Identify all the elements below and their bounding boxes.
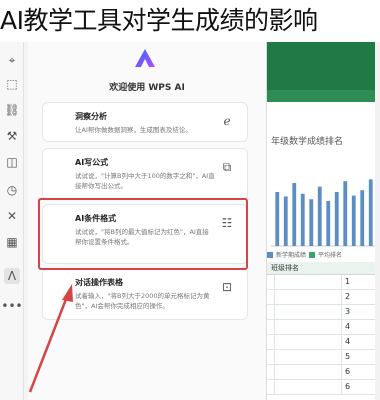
table-row[interactable]: 6 — [267, 380, 380, 395]
chart-title: 年级数学成绩排名 — [271, 137, 344, 147]
chart-bar — [300, 193, 305, 246]
tools-icon[interactable]: ✕ — [4, 208, 20, 224]
card-title: 洞察分析 — [75, 112, 107, 121]
row-value: 2 — [345, 292, 351, 301]
row-value: 4 — [345, 322, 351, 331]
chart-bar — [275, 192, 280, 246]
chart-bar — [334, 192, 339, 246]
legend-label-2: 平均排名 — [318, 252, 343, 259]
chart-bar — [326, 201, 331, 246]
link-icon[interactable]: ⛓ — [4, 102, 20, 118]
card-chat-table[interactable]: 对话操作表格 试着输入，"将B列大于2000的单元格标记为黄色"，AI会帮你完成… — [42, 268, 248, 320]
chart-bar — [309, 199, 314, 246]
row-value: 5 — [345, 352, 351, 361]
chart-bar — [360, 190, 365, 246]
magic-icon[interactable]: ⚒ — [4, 128, 20, 144]
sheet-banner-row — [267, 90, 380, 102]
cursor-icon[interactable]: ⌖ — [4, 52, 20, 68]
welcome-text: 欢迎使用 WPS AI — [109, 83, 185, 93]
table-row[interactable]: 4 — [267, 335, 380, 350]
legend-label-1: 新学期成绩 — [276, 252, 307, 259]
left-toolbar: ⌖ ⬚ ⛓ ⚒ ◫ ◷ ✕ ▦ Ʌ ••• — [0, 42, 24, 400]
spreadsheet: 年级数学成绩排名 新学期成绩 平均排名 班级排名 1 2 3 4 4 5 6 6 — [266, 42, 380, 400]
row-value: 4 — [345, 337, 351, 346]
card-ai-formula[interactable]: AI写公式 试试说，"计算B列中大于100的数字之和"，AI直接帮你写出公式。 … — [42, 148, 248, 200]
card-description: 试试说，"计算B列中大于100的数字之和"，AI直接帮你写出公式。 — [75, 172, 215, 190]
rank-table: 班级排名 1 2 3 4 4 5 6 6 — [267, 262, 380, 395]
formula-icon: ⧉ — [222, 159, 232, 174]
chart-bar — [351, 195, 356, 246]
row-value: 6 — [345, 382, 351, 391]
row-value: 3 — [345, 307, 351, 316]
table-header: 班级排名 — [267, 262, 380, 275]
chart-bar — [317, 186, 322, 246]
card-insight-analysis[interactable]: 洞察分析 让AI帮你做数据洞察，生成图表及结论。 ℯ — [42, 102, 248, 142]
sheet-scrollbar[interactable] — [375, 42, 380, 400]
calendar-icon[interactable]: ▦ — [4, 234, 20, 250]
page-headline: AI教学工具对学生成绩的影响 — [0, 6, 318, 35]
chart-bar — [292, 183, 297, 246]
legend-swatch-green — [309, 251, 316, 258]
chat-table-icon: ⊡ — [221, 280, 233, 294]
table-row[interactable]: 5 — [267, 350, 380, 365]
crop-icon[interactable]: ⬚ — [4, 76, 20, 92]
layout-icon[interactable]: ◫ — [4, 154, 20, 170]
card-title: AI写公式 — [75, 158, 109, 167]
app-screen: ⌖ ⬚ ⛓ ⚒ ◫ ◷ ✕ ▦ Ʌ ••• 欢迎使用 WPS AI 洞察分析 让… — [0, 42, 380, 400]
bar-chart — [271, 179, 377, 247]
row-value: 1 — [345, 277, 351, 286]
wps-ai-logo-icon — [135, 49, 155, 67]
highlight-box — [38, 198, 248, 270]
table-row[interactable]: 3 — [267, 305, 380, 320]
table-row[interactable]: 4 — [267, 320, 380, 335]
clock-icon[interactable]: ◷ — [4, 182, 20, 198]
chart-legend: 新学期成绩 平均排名 — [267, 250, 342, 259]
chart-bar — [343, 181, 348, 246]
insight-icon: ℯ — [223, 114, 231, 128]
wps-ai-icon[interactable]: Ʌ — [4, 268, 20, 284]
card-description: 让AI帮你做数据洞察，生成图表及结论。 — [75, 126, 192, 134]
sheet-banner — [267, 42, 380, 90]
table-row[interactable]: 6 — [267, 365, 380, 380]
chart-bar — [368, 179, 373, 246]
chart-bar — [283, 196, 288, 246]
card-title: 对话操作表格 — [75, 278, 123, 287]
more-icon[interactable]: ••• — [1, 298, 22, 314]
table-row[interactable]: 2 — [267, 290, 380, 305]
legend-swatch-blue — [267, 251, 273, 258]
row-value: 6 — [345, 367, 351, 376]
table-row[interactable]: 1 — [267, 275, 380, 290]
card-description: 试着输入，"将B列大于2000的单元格标记为黄色"，AI会帮你完成相应的操作。 — [75, 292, 210, 310]
